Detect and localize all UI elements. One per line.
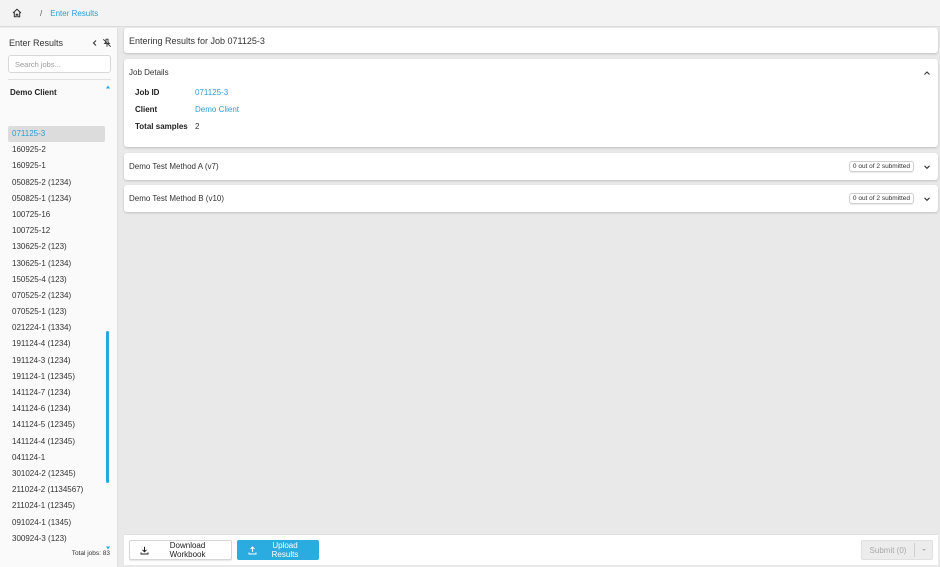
job-list: 071125-3 160925-2 160925-1 050825-2 (1234) 0…	[8, 126, 105, 548]
chevron-left-icon[interactable]	[89, 37, 101, 49]
breadcrumb: / Enter Results	[0, 0, 940, 27]
job-list-container[interactable]: Demo Client 071125-3 160925-2 160925-1 0508…	[0, 84, 112, 548]
status-badge: 0 out of 2 submitted	[848, 161, 914, 172]
status-badge: 0 out of 2 submitted	[848, 193, 914, 204]
job-list-item[interactable]: 041124-1	[8, 450, 105, 466]
search-input[interactable]	[8, 55, 111, 73]
scroll-down-arrow[interactable]	[106, 543, 110, 550]
job-list-item[interactable]: 211024-2 (1134567)	[8, 482, 105, 498]
chevron-down-icon[interactable]	[922, 194, 932, 204]
method-panel-b[interactable]: Demo Test Method B (v10) 0 out of 2 subm…	[124, 185, 938, 212]
download-workbook-button[interactable]: Download Workbook	[129, 540, 232, 560]
divider	[8, 79, 111, 80]
home-icon[interactable]	[11, 7, 23, 19]
submit-options-chevron-icon[interactable]	[914, 543, 932, 557]
job-list-item[interactable]: 160925-2	[8, 142, 105, 158]
job-list-item[interactable]: 021224-1 (1334)	[8, 320, 105, 336]
job-list-item[interactable]: 160925-1	[8, 158, 105, 174]
chevron-up-icon[interactable]	[922, 68, 932, 78]
breadcrumb-separator: /	[40, 8, 43, 18]
job-list-item[interactable]: 130625-2 (123)	[8, 239, 105, 255]
action-bar: Download Workbook Upload Results Submit …	[124, 534, 938, 565]
submit-label: Submit (0)	[869, 545, 907, 555]
job-list-item[interactable]: 141124-4 (12345)	[8, 434, 105, 450]
method-panel-a[interactable]: Demo Test Method A (v7) 0 out of 2 submi…	[124, 153, 938, 180]
job-list-item[interactable]: 141124-6 (1234)	[8, 401, 105, 417]
job-list-item[interactable]: 071125-3	[8, 126, 105, 143]
download-icon	[140, 545, 149, 555]
job-list-item[interactable]: 100725-16	[8, 207, 105, 223]
pin-off-icon[interactable]	[101, 37, 113, 49]
method-name: Demo Test Method A (v7)	[129, 162, 219, 171]
detail-label: Client	[135, 105, 158, 114]
method-name: Demo Test Method B (v10)	[129, 194, 225, 203]
job-list-item[interactable]: 300924-3 (123)	[8, 531, 105, 547]
page-title: Entering Results for Job 071125-3	[124, 28, 938, 53]
job-list-item[interactable]: 070525-2 (1234)	[8, 288, 105, 304]
sidebar: Enter Results Demo Client 071125-3160925…	[0, 28, 118, 567]
detail-row-client: Client Demo Client	[135, 105, 239, 114]
job-list-item[interactable]: 150525-4 (123)	[8, 272, 105, 288]
job-list-item[interactable]: 130625-1 (1234)	[8, 256, 105, 272]
breadcrumb-current[interactable]: Enter Results	[50, 9, 98, 18]
client-link[interactable]: Demo Client	[195, 105, 239, 114]
detail-row-total-samples: Total samples 2	[135, 122, 199, 131]
sidebar-title: Enter Results	[9, 38, 64, 48]
group-label: Demo Client	[10, 88, 57, 97]
job-id-link[interactable]: 071125-3	[195, 88, 228, 97]
job-details-panel: Job Details Job ID 071125-3 Client Demo …	[124, 59, 938, 147]
detail-label: Job ID	[135, 88, 160, 97]
scrollbar-thumb[interactable]	[106, 331, 109, 483]
download-label: Download Workbook	[169, 541, 206, 559]
job-list-item[interactable]: 191124-4 (1234)	[8, 336, 105, 352]
upload-icon	[248, 545, 257, 555]
detail-label: Total samples	[135, 122, 188, 131]
job-list-item[interactable]: 301024-2 (12345)	[8, 466, 105, 482]
job-list-item[interactable]: 141124-5 (12345)	[8, 417, 105, 433]
scroll-up-arrow[interactable]	[106, 82, 110, 89]
total-samples-value: 2	[195, 122, 200, 131]
job-list-item[interactable]: 191124-1 (12345)	[8, 369, 105, 385]
submit-button[interactable]: Submit (0)	[861, 540, 933, 560]
job-list-item[interactable]: 211024-1 (12345)	[8, 498, 105, 514]
upload-label: Upload Results	[271, 541, 299, 559]
job-list-item[interactable]: 070525-1 (123)	[8, 304, 105, 320]
job-details-title[interactable]: Job Details	[129, 68, 169, 77]
job-list-item[interactable]: 300924-1 (234)	[8, 547, 105, 548]
job-list-item[interactable]: 050825-1 (1234)	[8, 191, 105, 207]
job-list-item[interactable]: 100725-12	[8, 223, 105, 239]
upload-results-button[interactable]: Upload Results	[237, 540, 319, 560]
job-list-item[interactable]: 141124-7 (1234)	[8, 385, 105, 401]
job-list-item[interactable]: 050825-2 (1234)	[8, 175, 105, 191]
job-list-item[interactable]: 191124-3 (1234)	[8, 353, 105, 369]
job-list-item[interactable]: 091024-1 (1345)	[8, 515, 105, 531]
main-content: Entering Results for Job 071125-3 Job De…	[124, 28, 938, 567]
sidebar-header: Enter Results	[9, 36, 113, 50]
total-jobs-count: Total jobs: 83	[71, 550, 110, 557]
chevron-down-icon[interactable]	[922, 162, 932, 172]
detail-row-job-id: Job ID 071125-3	[135, 88, 228, 97]
